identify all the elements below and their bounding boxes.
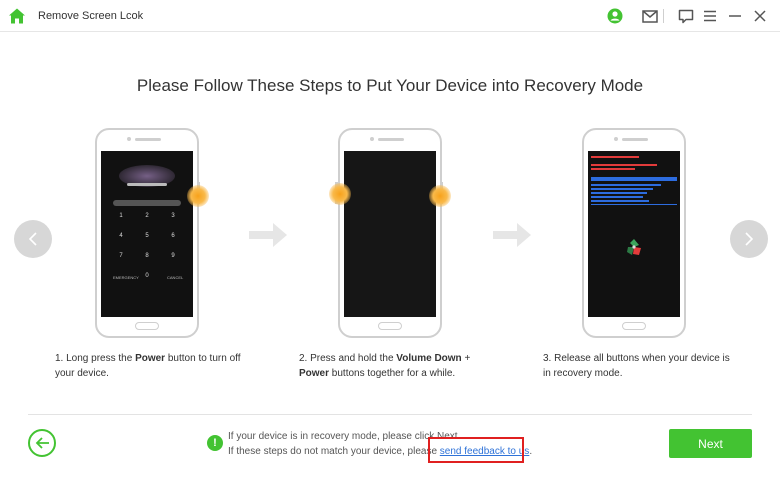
pin-key: 3 bbox=[171, 213, 175, 219]
feedback-link-highlight bbox=[428, 437, 524, 463]
info-line-2-suffix: . bbox=[529, 446, 533, 457]
pin-key: 1 bbox=[119, 213, 123, 219]
volume-down-highlight bbox=[329, 183, 351, 205]
page-title: Please Follow These Steps to Put Your De… bbox=[136, 76, 644, 95]
phone-illustration-step-1: 1 2 3 4 5 6 7 8 9 0 EMERGENCY CANCEL bbox=[95, 128, 200, 338]
feedback-icon[interactable] bbox=[677, 7, 695, 25]
close-icon[interactable] bbox=[751, 7, 769, 25]
arrow-right-icon bbox=[249, 223, 287, 247]
recovery-selected-option bbox=[591, 177, 677, 181]
step-2-text: 2. Press and hold the Volume Down + Powe… bbox=[299, 351, 489, 381]
android-recovery-icon bbox=[627, 239, 641, 255]
recovery-option bbox=[591, 196, 643, 198]
phone-illustration-step-3 bbox=[582, 128, 686, 338]
arrow-right-icon bbox=[493, 223, 531, 247]
pin-key: 0 bbox=[145, 273, 149, 279]
title-bar-separator bbox=[663, 9, 664, 23]
info-line-1: If your device is in recovery mode, plea… bbox=[228, 431, 461, 442]
recovery-option bbox=[591, 184, 661, 186]
recovery-option bbox=[591, 188, 653, 190]
chevron-left-icon bbox=[28, 232, 37, 246]
pin-key: 9 bbox=[171, 253, 175, 259]
power-button-highlight bbox=[187, 185, 209, 207]
step-text-bold: Power bbox=[135, 353, 166, 364]
info-icon: ! bbox=[207, 435, 223, 451]
black-screen bbox=[344, 151, 436, 317]
phone-illustration-step-2 bbox=[335, 128, 443, 338]
step-text-part: 2. Press and hold the bbox=[299, 353, 397, 364]
next-slide-button[interactable] bbox=[730, 220, 768, 258]
phone-camera bbox=[370, 137, 374, 141]
phone-speaker bbox=[622, 138, 648, 141]
account-icon[interactable] bbox=[606, 7, 624, 25]
step-text-part: + bbox=[461, 353, 471, 364]
step-text-bold: Volume Down bbox=[396, 353, 462, 364]
home-button-shape bbox=[378, 322, 402, 330]
recovery-divider bbox=[591, 204, 677, 205]
app-title: Remove Screen Lcok bbox=[38, 10, 144, 22]
footer-divider bbox=[28, 414, 752, 415]
next-button[interactable]: Next bbox=[669, 429, 752, 458]
step-1-text: 1. Long press the Power button to turn o… bbox=[55, 351, 255, 381]
home-button-shape bbox=[622, 322, 646, 330]
home-icon[interactable] bbox=[8, 7, 26, 25]
phone-speaker bbox=[378, 138, 404, 141]
lock-clock-bar bbox=[127, 183, 167, 186]
info-line-2-text: If these steps do not match your device,… bbox=[228, 446, 440, 457]
lock-screen: 1 2 3 4 5 6 7 8 9 0 EMERGENCY CANCEL bbox=[101, 151, 193, 317]
recovery-screen bbox=[588, 151, 680, 317]
arrow-left-icon bbox=[35, 437, 49, 449]
phone-speaker bbox=[135, 138, 161, 141]
pin-key: 5 bbox=[145, 233, 149, 239]
recovery-text-line bbox=[591, 168, 635, 170]
pin-key: 8 bbox=[145, 253, 149, 259]
chevron-right-icon bbox=[745, 232, 754, 246]
pin-key: 7 bbox=[119, 253, 123, 259]
emergency-label: EMERGENCY bbox=[113, 275, 139, 280]
step-text-part: buttons together for a while. bbox=[329, 368, 456, 379]
step-3-text: 3. Release all buttons when your device … bbox=[543, 351, 735, 381]
recovery-text-line bbox=[591, 164, 657, 166]
pin-key: 4 bbox=[119, 233, 123, 239]
pin-key: 2 bbox=[145, 213, 149, 219]
step-text-part: 1. Long press the bbox=[55, 353, 136, 364]
phone-camera bbox=[127, 137, 131, 141]
phone-camera bbox=[614, 137, 618, 141]
title-bar: Remove Screen Lcok bbox=[0, 0, 780, 32]
minimize-icon[interactable] bbox=[726, 7, 744, 25]
mail-icon[interactable] bbox=[641, 7, 659, 25]
back-button[interactable] bbox=[28, 429, 56, 457]
menu-icon[interactable] bbox=[701, 7, 719, 25]
recovery-option bbox=[591, 192, 647, 194]
home-button-shape bbox=[135, 322, 159, 330]
step-text-bold: Power bbox=[299, 368, 330, 379]
step-text-part: 3. Release all buttons when your device … bbox=[543, 353, 730, 379]
pin-key: 6 bbox=[171, 233, 175, 239]
previous-button[interactable] bbox=[14, 220, 52, 258]
cancel-label: CANCEL bbox=[167, 275, 184, 280]
power-button-highlight bbox=[429, 185, 451, 207]
recovery-option bbox=[591, 200, 649, 202]
pin-field bbox=[113, 200, 181, 206]
recovery-header-line bbox=[591, 156, 639, 158]
